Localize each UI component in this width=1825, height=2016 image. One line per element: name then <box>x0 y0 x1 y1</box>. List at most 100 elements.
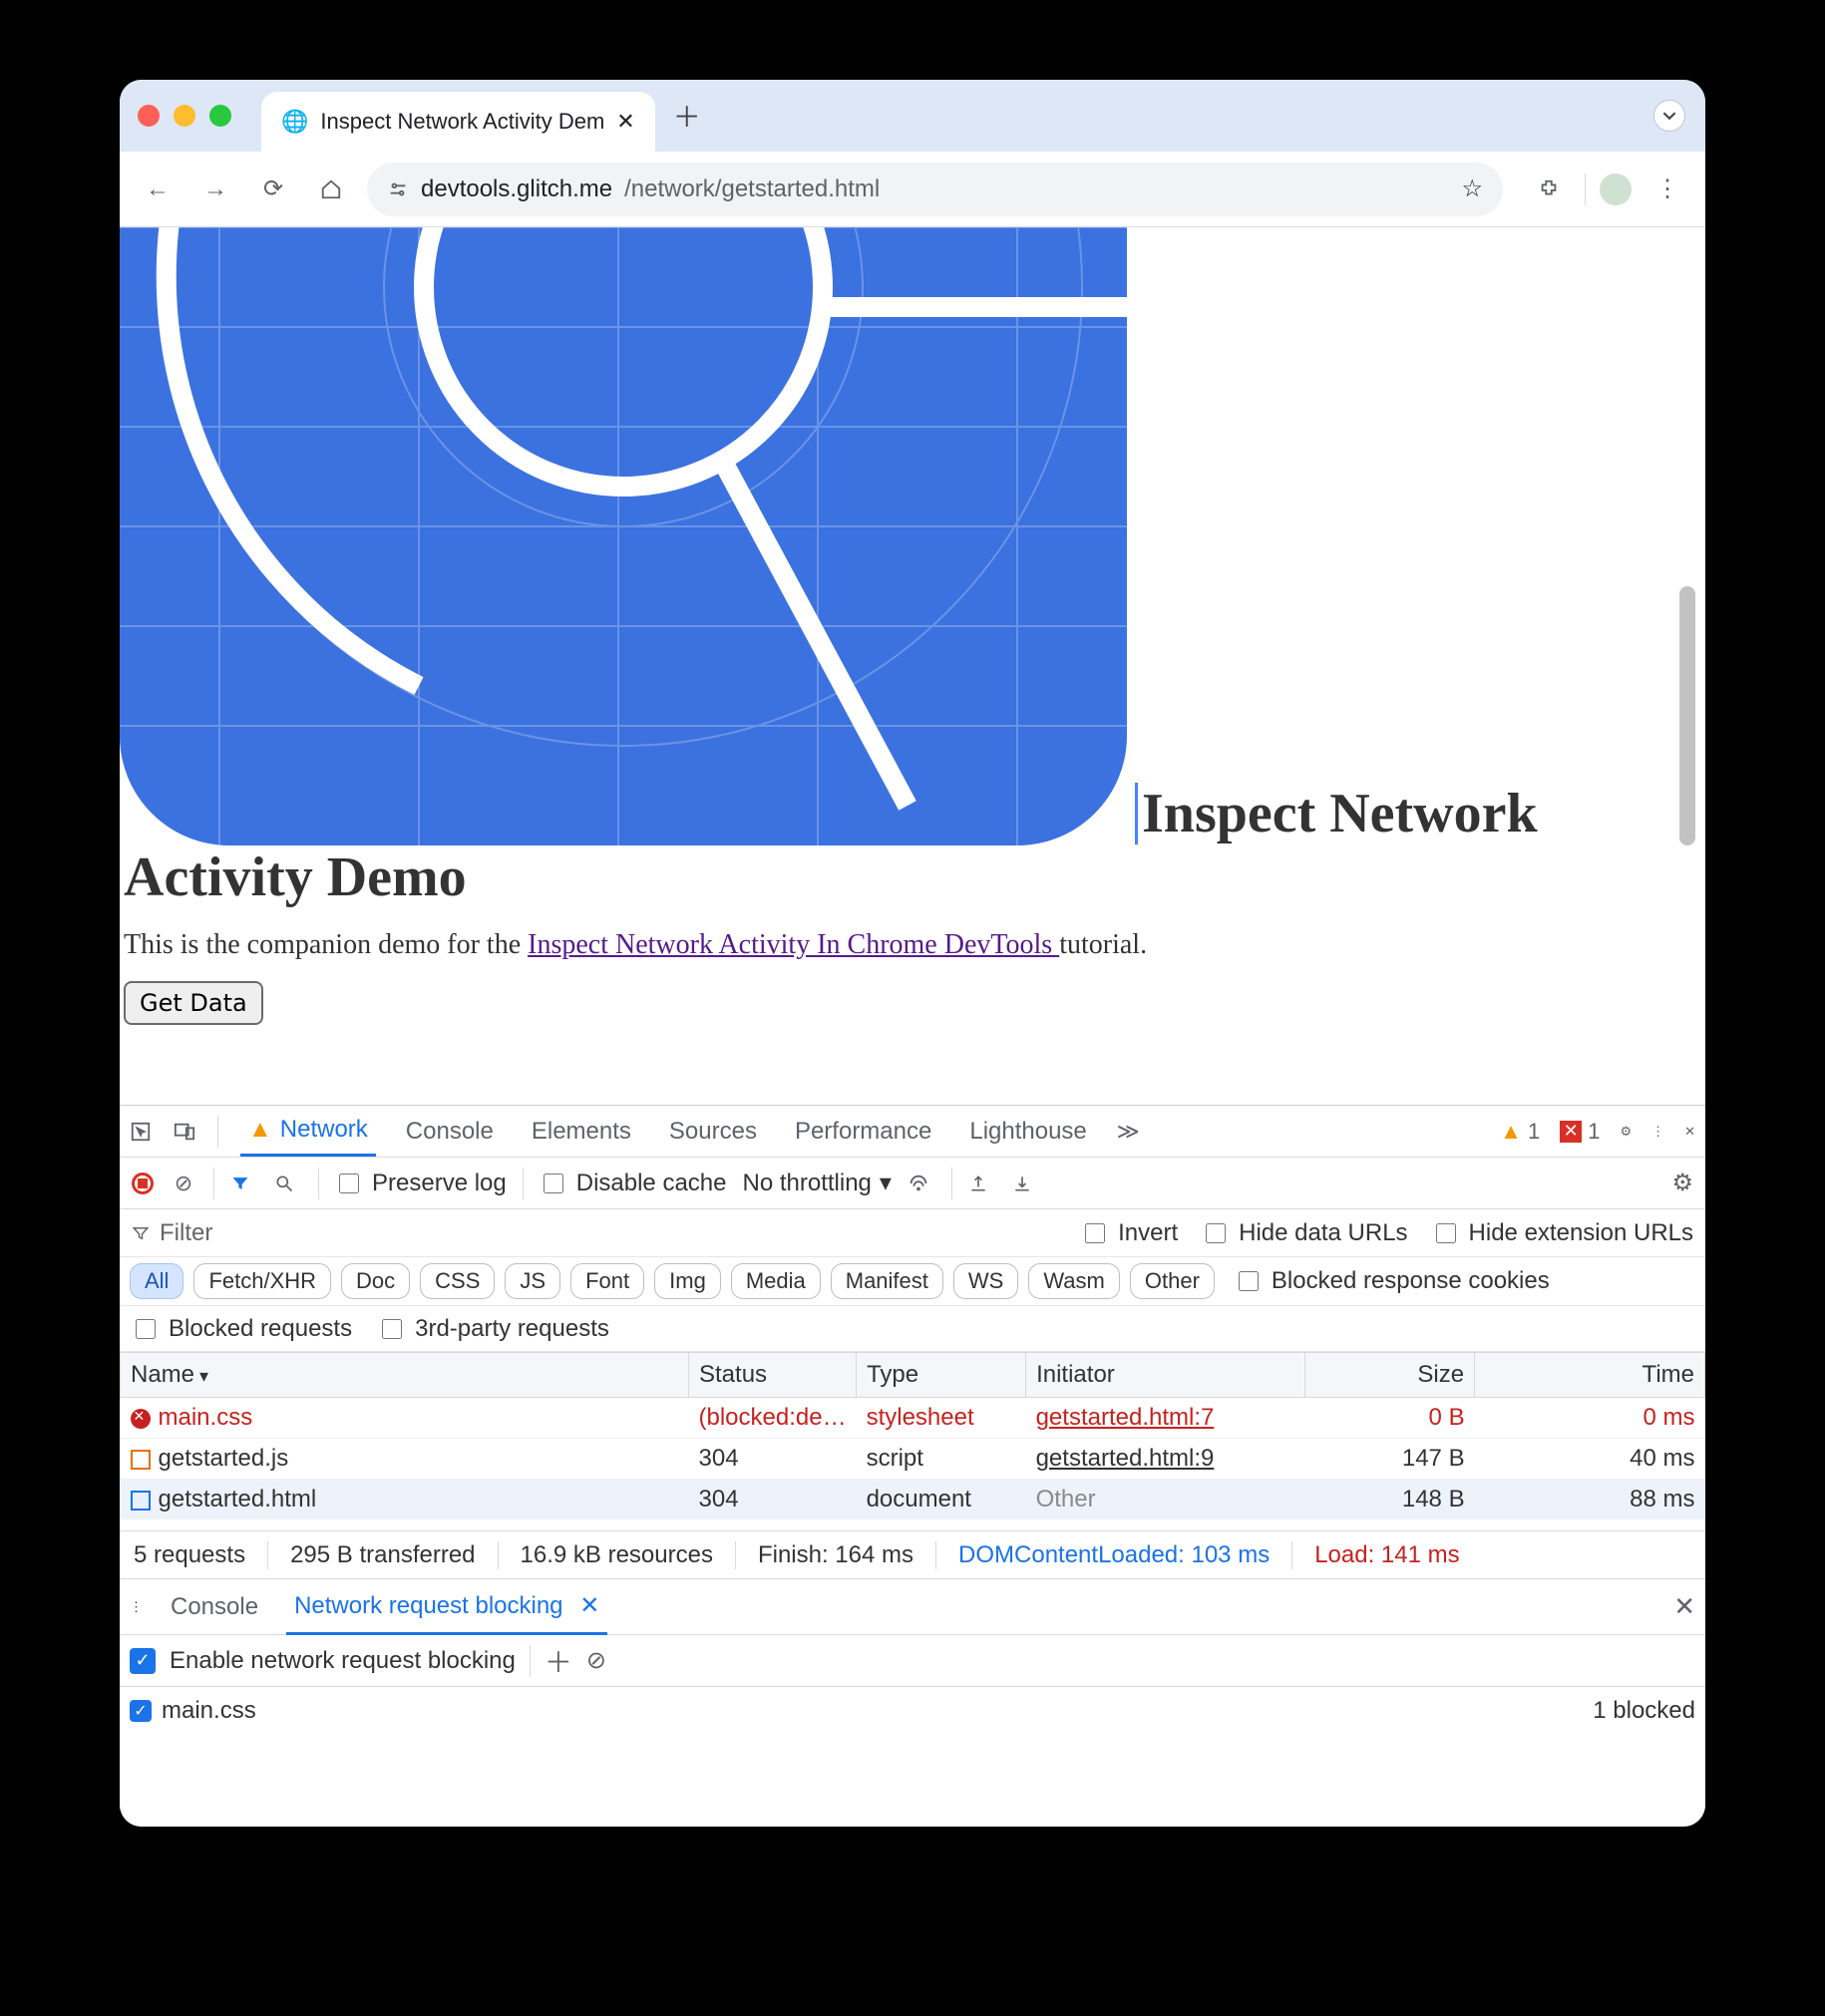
upload-har-icon[interactable] <box>968 1174 996 1193</box>
drawer-tab-console[interactable]: Console <box>163 1581 266 1633</box>
table-row[interactable]: main.css (blocked:de… stylesheet getstar… <box>121 1398 1705 1439</box>
drawer-menu-icon[interactable]: ⋮ <box>130 1599 143 1615</box>
pill-all[interactable]: All <box>130 1263 183 1299</box>
col-status[interactable]: Status <box>689 1353 857 1398</box>
pill-ws[interactable]: WS <box>953 1263 1018 1299</box>
extra-filters: Blocked requests 3rd-party requests <box>120 1306 1705 1352</box>
col-type[interactable]: Type <box>857 1353 1026 1398</box>
close-tab-icon[interactable]: ✕ <box>579 1592 599 1619</box>
pill-doc[interactable]: Doc <box>341 1263 410 1299</box>
pill-fetch[interactable]: Fetch/XHR <box>193 1263 331 1299</box>
pill-other[interactable]: Other <box>1130 1263 1215 1299</box>
get-data-button[interactable]: Get Data <box>124 981 263 1025</box>
chrome-menu-button[interactable]: ⋮ <box>1645 168 1689 211</box>
enable-blocking-checkbox[interactable]: ✓ <box>130 1648 156 1674</box>
tab-lighthouse[interactable]: Lighthouse <box>961 1108 1094 1156</box>
settings-icon[interactable]: ⚙ <box>1620 1124 1632 1140</box>
preserve-log-checkbox[interactable]: Preserve log <box>335 1170 507 1197</box>
address-bar[interactable]: devtools.glitch.me/network/getstarted.ht… <box>367 163 1503 216</box>
warning-count[interactable]: ▲1 <box>1500 1119 1540 1145</box>
disable-cache-checkbox[interactable]: Disable cache <box>540 1170 727 1197</box>
url-path: /network/getstarted.html <box>624 175 880 203</box>
tab-sources[interactable]: Sources <box>661 1108 765 1156</box>
pill-js[interactable]: JS <box>505 1263 560 1299</box>
maximize-window-button[interactable] <box>209 105 231 127</box>
more-tabs-icon[interactable]: ≫ <box>1117 1119 1140 1145</box>
home-button[interactable] <box>309 168 353 211</box>
search-icon[interactable] <box>274 1174 302 1193</box>
third-party-checkbox[interactable]: 3rd-party requests <box>378 1315 609 1343</box>
error-count[interactable]: ✕1 <box>1560 1119 1600 1145</box>
device-mode-icon[interactable] <box>174 1121 195 1143</box>
close-drawer-icon[interactable]: ✕ <box>1673 1591 1695 1622</box>
col-initiator[interactable]: Initiator <box>1026 1353 1305 1398</box>
hide-data-urls-checkbox[interactable]: Hide data URLs <box>1202 1219 1407 1247</box>
page-heading-part1: Inspect Network <box>1135 783 1538 844</box>
devtools-tabs: ▲ Network Console Elements Sources Perfo… <box>120 1106 1705 1158</box>
pill-img[interactable]: Img <box>654 1263 721 1299</box>
pill-media[interactable]: Media <box>731 1263 821 1299</box>
back-button[interactable]: ← <box>136 168 180 211</box>
pill-wasm[interactable]: Wasm <box>1028 1263 1120 1299</box>
forward-button[interactable]: → <box>193 168 237 211</box>
browser-tab[interactable]: 🌐 Inspect Network Activity Dem ✕ <box>261 92 655 152</box>
record-button[interactable] <box>132 1173 154 1194</box>
close-devtools-icon[interactable]: ✕ <box>1684 1124 1695 1140</box>
error-square-icon: ✕ <box>1560 1121 1582 1143</box>
status-finish: Finish: 164 ms <box>758 1541 913 1569</box>
blocking-pattern-row[interactable]: ✓ main.css 1 blocked <box>120 1687 1705 1735</box>
drawer-tab-blocking[interactable]: Network request blocking ✕ <box>286 1579 607 1635</box>
kebab-menu-icon[interactable]: ⋮ <box>1651 1124 1664 1140</box>
globe-icon: 🌐 <box>281 109 308 135</box>
table-row[interactable]: getstarted.html 304 document Other 148 B… <box>121 1480 1705 1520</box>
status-domcontentloaded: DOMContentLoaded: 103 ms <box>958 1541 1270 1569</box>
tab-elements[interactable]: Elements <box>524 1108 639 1156</box>
throttling-select[interactable]: No throttling▾ <box>742 1169 891 1197</box>
tab-list-button[interactable] <box>1653 100 1685 132</box>
tab-performance[interactable]: Performance <box>787 1108 939 1156</box>
reload-button[interactable]: ⟳ <box>251 168 295 211</box>
network-conditions-icon[interactable] <box>908 1173 935 1194</box>
col-time[interactable]: Time <box>1475 1353 1705 1398</box>
blocked-cookies-checkbox[interactable]: Blocked response cookies <box>1235 1267 1550 1295</box>
download-har-icon[interactable] <box>1012 1174 1040 1193</box>
inspect-icon[interactable] <box>130 1121 152 1143</box>
para-text-after: tutorial. <box>1059 929 1147 960</box>
page-heading-part2: Activity Demo <box>124 846 467 908</box>
table-row[interactable]: getstarted.js 304 script getstarted.html… <box>121 1439 1705 1480</box>
site-settings-icon[interactable] <box>387 178 409 200</box>
invert-checkbox[interactable]: Invert <box>1081 1219 1178 1247</box>
close-window-button[interactable] <box>138 105 160 127</box>
extensions-button[interactable] <box>1527 168 1571 211</box>
tab-strip: 🌐 Inspect Network Activity Dem ✕ ＋ <box>120 80 1705 152</box>
bookmark-icon[interactable]: ☆ <box>1461 174 1483 203</box>
col-name[interactable]: Name <box>121 1353 689 1398</box>
filter-input[interactable]: Filter <box>132 1219 212 1247</box>
tabs-divider <box>217 1116 218 1148</box>
remove-all-icon[interactable]: ⊘ <box>586 1646 606 1675</box>
tab-console[interactable]: Console <box>398 1108 502 1156</box>
minimize-window-button[interactable] <box>174 105 195 127</box>
pill-font[interactable]: Font <box>570 1263 644 1299</box>
filter-toggle-icon[interactable] <box>230 1174 258 1193</box>
requests-table: Name Status Type Initiator Size Time mai… <box>120 1352 1705 1531</box>
hide-extension-urls-checkbox[interactable]: Hide extension URLs <box>1432 1219 1693 1247</box>
tab-network[interactable]: ▲ Network <box>240 1106 376 1157</box>
close-tab-icon[interactable]: ✕ <box>616 109 634 135</box>
new-tab-button[interactable]: ＋ <box>673 96 701 136</box>
blocked-requests-checkbox[interactable]: Blocked requests <box>132 1315 352 1343</box>
pill-css[interactable]: CSS <box>420 1263 495 1299</box>
page-viewport: Inspect Network Activity Demo This is th… <box>120 227 1705 1105</box>
network-settings-icon[interactable]: ⚙ <box>1671 1169 1693 1197</box>
clear-icon[interactable]: ⊘ <box>170 1171 197 1196</box>
tutorial-link[interactable]: Inspect Network Activity In Chrome DevTo… <box>528 929 1059 960</box>
blocking-toolbar: ✓ Enable network request blocking ＋ ⊘ <box>120 1635 1705 1687</box>
table-header-row[interactable]: Name Status Type Initiator Size Time <box>121 1353 1705 1398</box>
col-size[interactable]: Size <box>1305 1353 1475 1398</box>
pill-manifest[interactable]: Manifest <box>831 1263 943 1299</box>
add-pattern-icon[interactable]: ＋ <box>545 1641 572 1681</box>
devtools-panel: ▲ Network Console Elements Sources Perfo… <box>120 1105 1705 1827</box>
profile-avatar[interactable] <box>1600 173 1632 205</box>
page-scrollbar[interactable] <box>1679 586 1695 845</box>
pattern-checkbox[interactable]: ✓ <box>130 1700 152 1722</box>
